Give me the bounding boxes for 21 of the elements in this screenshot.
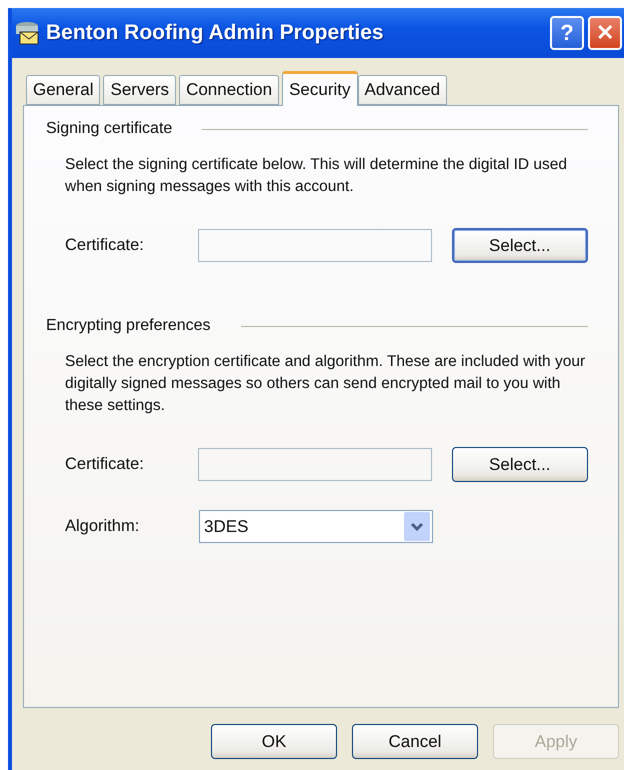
section-description: Select the encryption certificate and algorithm. These are included with your digitally signed messages so others can send encrypted mail to you with these settings. xyxy=(65,352,586,416)
section-heading: Signing certificate xyxy=(46,120,172,138)
section-heading: Encrypting preferences xyxy=(46,317,211,335)
field-label: Certificate: xyxy=(65,236,145,255)
select-button[interactable]: Select... xyxy=(452,447,588,482)
algorithm-dropdown[interactable]: 3DES xyxy=(199,510,433,543)
certificate-field[interactable] xyxy=(198,448,432,481)
certificate-field[interactable] xyxy=(198,229,432,262)
section-description: Select the signing certificate below. This will determine the digital ID used when signing messages with this account. xyxy=(65,155,568,197)
select-button[interactable]: Select... xyxy=(452,228,588,263)
tab[interactable]: Connection xyxy=(179,75,280,105)
tab[interactable]: General xyxy=(26,75,100,105)
dialog-button[interactable]: Cancel xyxy=(352,724,478,759)
tab[interactable]: Security xyxy=(282,71,358,106)
field-label: Certificate: xyxy=(65,455,145,474)
dialog-button[interactable]: OK xyxy=(211,724,337,759)
tab[interactable]: Advanced xyxy=(358,75,448,105)
tab[interactable]: Servers xyxy=(103,75,176,105)
window-title: Benton Roofing Admin Properties xyxy=(46,21,385,45)
help-button[interactable]: ? xyxy=(550,16,584,50)
field-label: Algorithm: xyxy=(65,517,140,536)
